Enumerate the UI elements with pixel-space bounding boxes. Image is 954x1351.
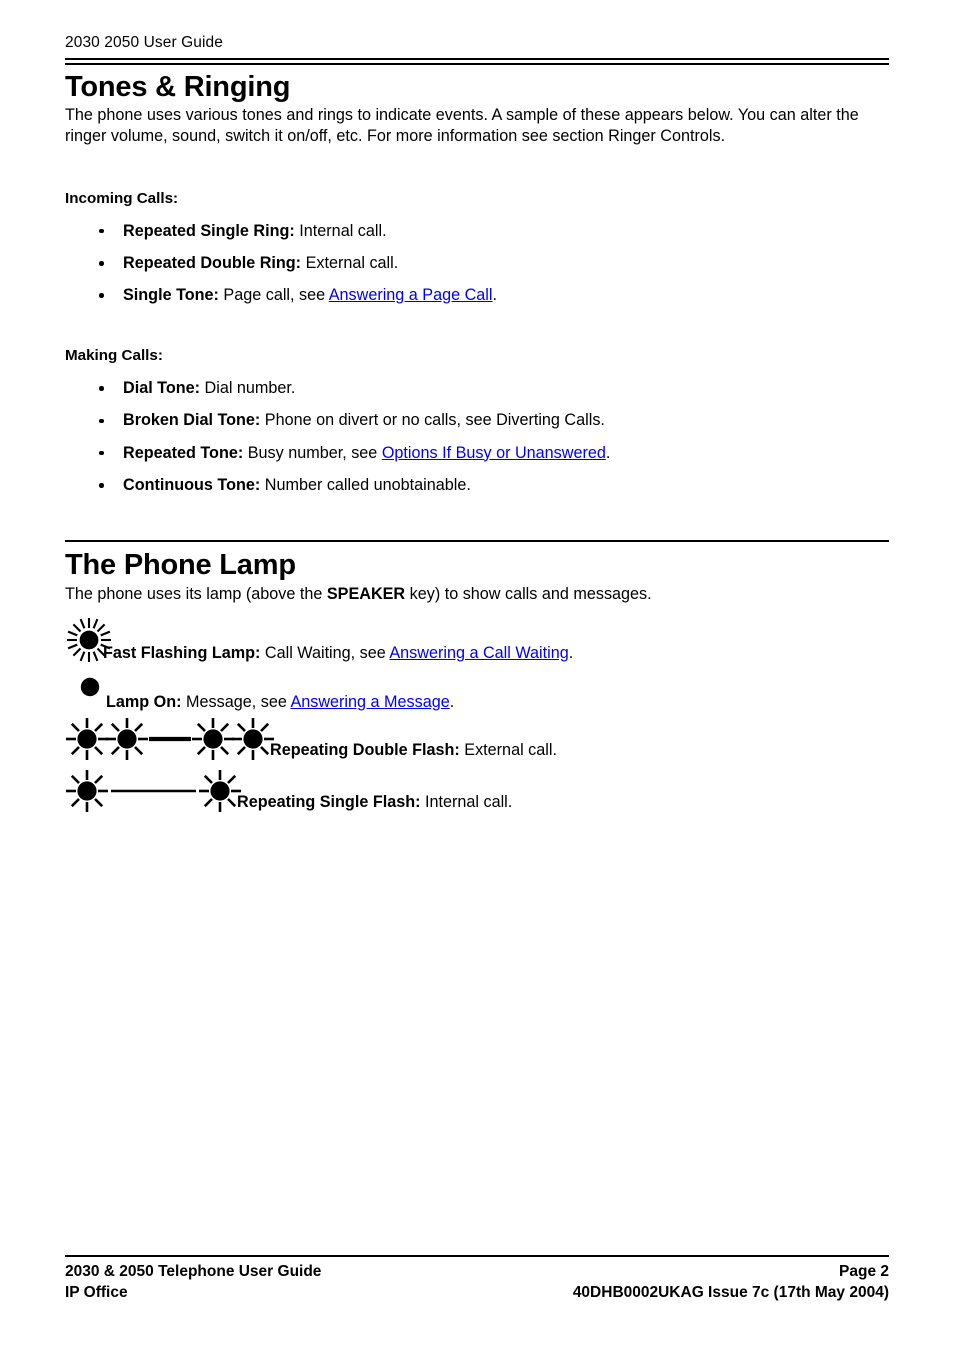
- intro-text-after: key) to show calls and messages.: [405, 584, 652, 603]
- lamp-row-text: Repeating Single Flash: Internal call.: [237, 792, 512, 812]
- lamp-row-repeating-single-flash: Repeating Single Flash: Internal call.: [65, 769, 889, 819]
- footer-line-bottom: IP Office 40DHB0002UKAG Issue 7c (17th M…: [65, 1282, 889, 1303]
- lamp-row-label: Fast Flashing Lamp:: [103, 643, 261, 662]
- list-item: Repeated Tone: Busy number, see Options …: [65, 443, 889, 463]
- list-item-tail: .: [605, 443, 611, 462]
- list-item-label: Dial Tone:: [123, 379, 201, 398]
- lamp-row-text: Repeating Double Flash: External call.: [270, 740, 557, 760]
- list-item-label: Continuous Tone:: [123, 475, 261, 494]
- lamp-row-label: Repeating Double Flash:: [270, 740, 460, 759]
- list-item: Single Tone: Page call, see Answering a …: [65, 285, 889, 305]
- list-item-text: Internal call.: [294, 221, 387, 240]
- cross-reference-link[interactable]: Answering a Page Call: [329, 286, 493, 304]
- section-intro-the-phone-lamp: The phone uses its lamp (above the SPEAK…: [65, 584, 889, 605]
- list-item-text: Phone on divert or no calls, see Diverti…: [260, 411, 605, 430]
- lamp-row-tail: .: [568, 643, 574, 662]
- section-rule: [65, 540, 889, 543]
- lamp-row-lamp-on: Lamp On: Message, see Answering a Messag…: [65, 675, 889, 715]
- list-item-text: Page call, see: [218, 286, 329, 305]
- footer-guide-title: 2030 & 2050 Telephone User Guide: [65, 1263, 322, 1280]
- lamp-on-icon: [76, 673, 104, 706]
- section-title-tones-and-ringing: Tones & Ringing: [65, 70, 291, 103]
- list-item: Continuous Tone: Number called unobtaina…: [65, 475, 889, 495]
- subheading-making-calls: Making Calls:: [65, 347, 163, 365]
- bullet-icon: [99, 293, 104, 298]
- footer-document-code: 40DHB0002UKAG Issue 7c (17th May 2004): [572, 1284, 889, 1302]
- fast-flashing-lamp-icon: [65, 616, 113, 669]
- lamp-row-label: Lamp On:: [106, 692, 182, 711]
- lamp-row-text: Lamp On: Message, see Answering a Messag…: [106, 692, 454, 712]
- list-item-text: Busy number, see: [243, 443, 382, 462]
- lamp-row-tail: .: [449, 692, 455, 711]
- intro-text-before: The phone uses its lamp (above the: [65, 584, 327, 603]
- lamp-row-text: Fast Flashing Lamp: Call Waiting, see An…: [103, 643, 573, 663]
- list-item-label: Repeated Single Ring:: [123, 221, 295, 240]
- subheading-incoming-calls: Incoming Calls:: [65, 189, 179, 207]
- bullet-icon: [99, 386, 104, 391]
- list-item-text: Dial number.: [200, 379, 296, 398]
- list-item-label: Repeated Double Ring:: [123, 253, 302, 272]
- cross-reference-link[interactable]: Options If Busy or Unanswered: [382, 444, 606, 462]
- list-item-text: Number called unobtainable.: [260, 475, 471, 494]
- speaker-key-name: SPEAKER: [326, 584, 406, 603]
- list-item: Repeated Single Ring: Internal call.: [65, 221, 889, 241]
- lamp-row-repeating-double-flash: Repeating Double Flash: External call.: [65, 717, 889, 767]
- list-item: Dial Tone: Dial number.: [65, 378, 889, 398]
- page-content: 2030 2050 User Guide Tones & Ringing The…: [65, 0, 889, 819]
- list-item-tail: .: [492, 286, 498, 305]
- list-item-text: External call.: [301, 253, 399, 272]
- lamp-row-fast-flashing: Fast Flashing Lamp: Call Waiting, see An…: [65, 616, 889, 669]
- bullet-icon: [99, 418, 104, 424]
- bullet-icon: [99, 228, 104, 234]
- lamp-row-body: External call.: [459, 740, 557, 759]
- repeating-double-flash-icon: [65, 715, 275, 768]
- bullet-icon: [99, 450, 104, 456]
- footer-line-top: 2030 & 2050 Telephone User Guide Page 2: [65, 1261, 889, 1282]
- list-item-label: Single Tone:: [123, 286, 219, 305]
- cross-reference-link[interactable]: Answering a Call Waiting: [389, 644, 568, 662]
- footer-page-number: Page 2: [839, 1263, 889, 1280]
- list-item-label: Repeated Tone:: [123, 443, 244, 462]
- lamp-row-body: Call Waiting, see: [260, 643, 390, 662]
- list-item-label: Broken Dial Tone:: [123, 411, 261, 430]
- lamp-row-body: Message, see: [181, 692, 291, 711]
- list-making-calls: Dial Tone: Dial number. Broken Dial Tone…: [65, 378, 889, 495]
- list-item: Repeated Double Ring: External call.: [65, 253, 889, 273]
- repeating-single-flash-icon: [65, 767, 245, 820]
- page-footer: 2030 & 2050 Telephone User Guide Page 2 …: [65, 1255, 889, 1304]
- document-page: 2030 2050 User Guide Tones & Ringing The…: [0, 0, 954, 1351]
- bullet-icon: [99, 261, 104, 266]
- footer-product-name: IP Office: [65, 1284, 128, 1302]
- list-item: Broken Dial Tone: Phone on divert or no …: [65, 410, 889, 430]
- footer-rule: [65, 1255, 889, 1257]
- list-incoming-calls: Repeated Single Ring: Internal call. Rep…: [65, 221, 889, 306]
- running-header: 2030 2050 User Guide: [65, 34, 223, 51]
- cross-reference-link[interactable]: Answering a Message: [290, 693, 449, 711]
- section-intro-tones-and-ringing: The phone uses various tones and rings t…: [65, 106, 859, 146]
- lamp-row-body: Internal call.: [420, 792, 513, 811]
- header-rule: [65, 57, 889, 65]
- bullet-icon: [99, 483, 104, 488]
- lamp-row-label: Repeating Single Flash:: [237, 792, 421, 811]
- section-title-the-phone-lamp: The Phone Lamp: [65, 549, 296, 582]
